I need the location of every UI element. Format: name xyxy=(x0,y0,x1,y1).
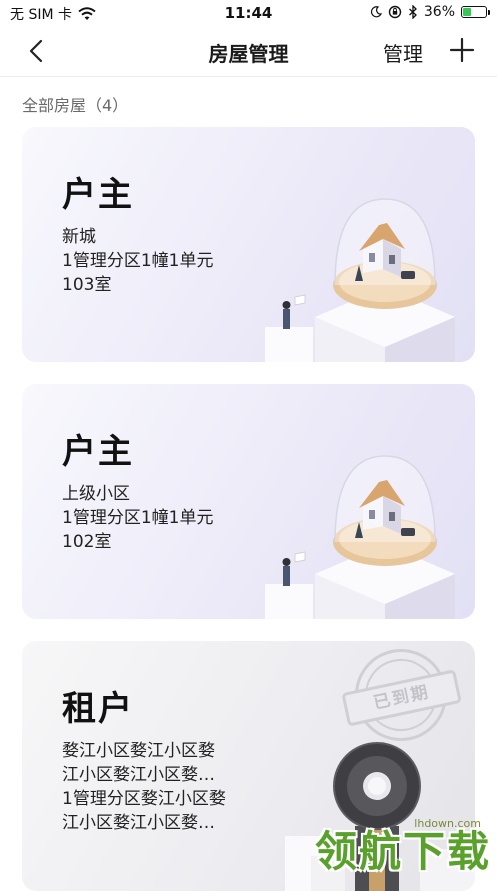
house-building: 1管理分区1幢1单元 xyxy=(62,508,214,528)
house-community: 新城 xyxy=(62,227,96,247)
house-community: 上级小区 xyxy=(62,484,130,504)
house-building: 1管理分区婺江小区婺 xyxy=(62,789,226,809)
house-card[interactable]: 户主 上级小区 1管理分区1幢1单元 102室 xyxy=(22,384,475,619)
bluetooth-icon xyxy=(408,5,417,19)
house-card[interactable]: 租户 婺江小区婺江小区婺 江小区婺江小区婺… 1管理分区婺江小区婺 江小区婺江小… xyxy=(22,641,475,891)
house-role: 户主 xyxy=(62,175,134,215)
house-building: 1管理分区1幢1单元 xyxy=(62,251,214,271)
house-dome-illustration xyxy=(265,198,455,362)
house-room: 103室 xyxy=(62,275,112,295)
key-illustration xyxy=(285,742,475,891)
battery-level xyxy=(463,8,471,16)
status-bar: 无 SIM 卡 11:44 36% xyxy=(0,0,497,26)
house-count-label: 全部房屋（4） xyxy=(22,96,129,115)
house-community-cont: 江小区婺江小区婺… xyxy=(62,765,215,785)
expired-stamp: 已到期 xyxy=(341,641,462,750)
house-address: 新城 1管理分区1幢1单元 103室 xyxy=(62,225,213,297)
house-community: 婺江小区婺江小区婺 xyxy=(62,741,215,761)
house-role: 户主 xyxy=(62,432,134,472)
plus-icon xyxy=(449,37,475,63)
house-address: 婺江小区婺江小区婺 江小区婺江小区婺… 1管理分区婺江小区婺 江小区婺江小区婺… xyxy=(62,739,226,835)
moon-icon xyxy=(370,6,382,18)
house-card[interactable]: 户主 新城 1管理分区1幢1单元 103室 xyxy=(22,127,475,362)
battery-icon xyxy=(461,6,490,18)
house-building-cont: 江小区婺江小区婺… xyxy=(62,813,215,833)
add-house-button[interactable] xyxy=(448,36,476,64)
house-role: 租户 xyxy=(62,689,134,729)
manage-button[interactable]: 管理 xyxy=(383,38,423,67)
orientation-lock-icon xyxy=(388,5,402,19)
chevron-left-icon xyxy=(29,39,43,63)
house-room: 102室 xyxy=(62,532,112,552)
navigation-bar: 房屋管理 管理 xyxy=(0,26,497,77)
house-dome-illustration xyxy=(265,455,455,619)
status-bar-right: 36% xyxy=(370,4,490,20)
house-address: 上级小区 1管理分区1幢1单元 102室 xyxy=(62,482,213,554)
battery-percent: 36% xyxy=(423,4,455,20)
back-button[interactable] xyxy=(22,36,52,66)
